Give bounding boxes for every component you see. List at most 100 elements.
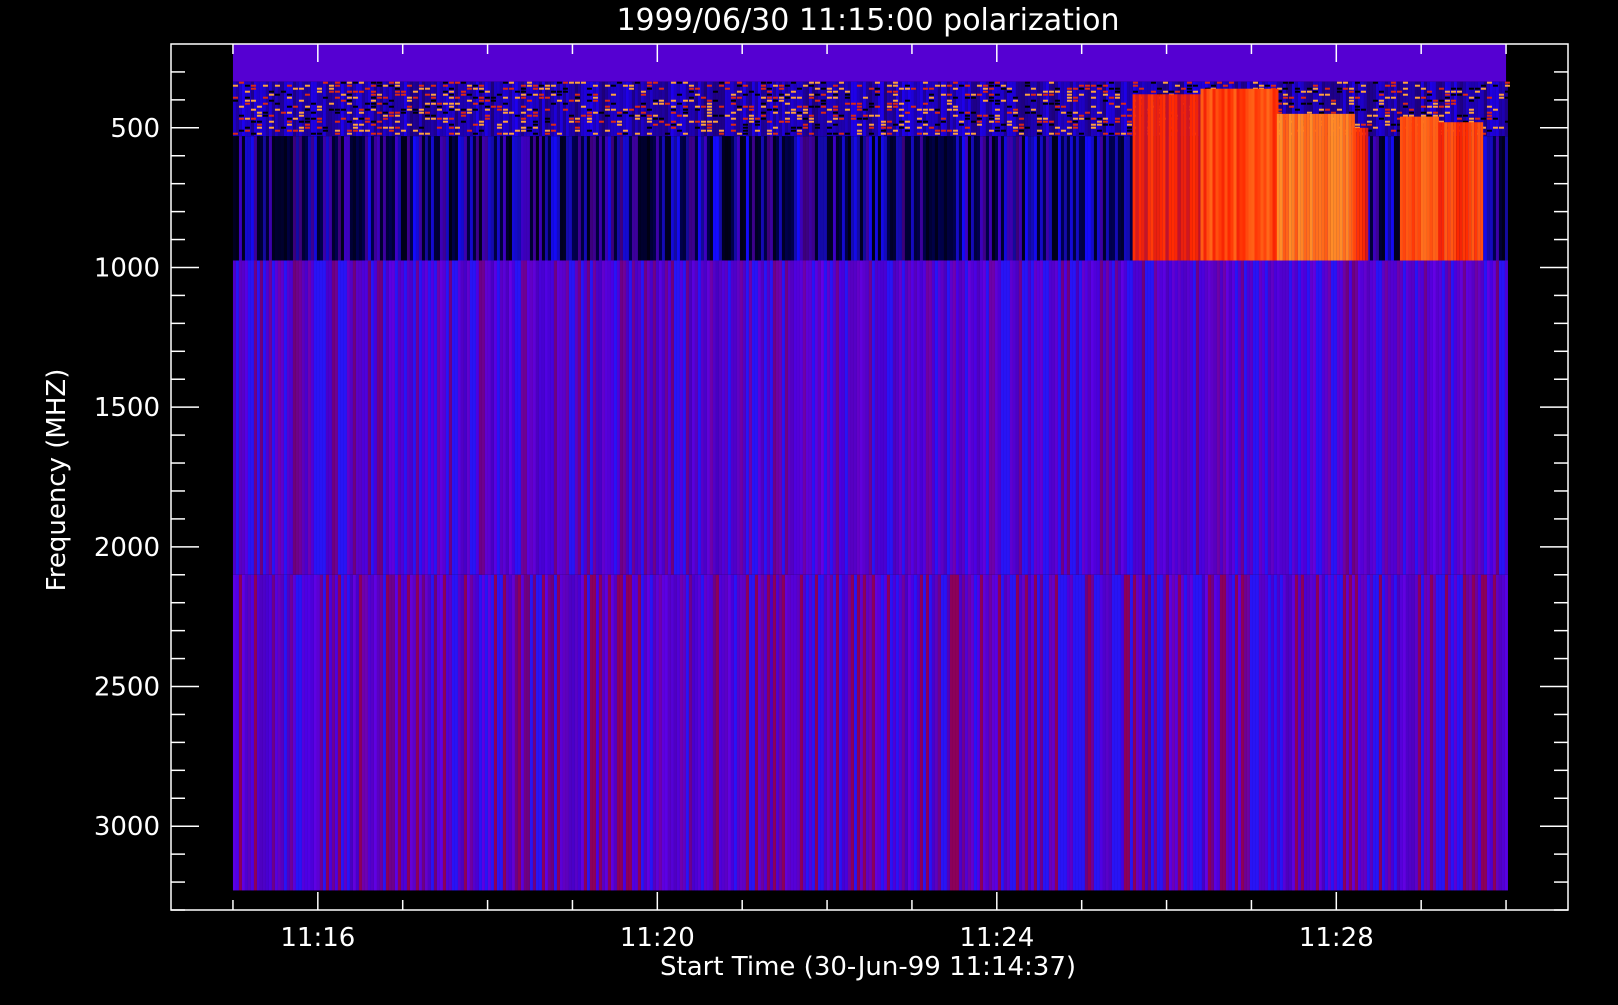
heat-stripe xyxy=(706,260,710,575)
heat-speck xyxy=(1444,96,1450,99)
heat-stripe xyxy=(643,81,647,137)
heat-stripe xyxy=(1435,574,1439,891)
burst-stripe xyxy=(1212,88,1216,261)
x-axis-label: Start Time (30-Jun-99 11:14:37) xyxy=(660,952,1076,982)
heat-speck xyxy=(502,96,508,99)
heat-stripe xyxy=(1087,136,1091,261)
heat-stripe xyxy=(388,260,392,575)
heat-stripe xyxy=(712,260,716,575)
heat-stripe xyxy=(1045,81,1049,137)
heat-speck xyxy=(586,99,592,102)
heat-speck xyxy=(664,102,670,105)
heat-stripe xyxy=(1489,136,1493,261)
heat-speck xyxy=(970,132,976,135)
heat-stripe xyxy=(1204,574,1208,891)
heat-stripe xyxy=(847,136,851,261)
heat-stripe xyxy=(667,574,671,891)
heat-speck xyxy=(790,108,796,111)
heat-stripe xyxy=(664,260,668,575)
burst-stripe xyxy=(1138,94,1142,261)
heat-speck xyxy=(910,105,916,108)
heat-speck xyxy=(832,90,838,93)
heat-speck xyxy=(970,93,976,96)
heat-stripe xyxy=(1372,136,1376,261)
heat-stripe xyxy=(781,574,785,891)
heat-speck xyxy=(370,108,376,111)
heat-stripe xyxy=(412,260,416,575)
burst-stripe xyxy=(1218,88,1222,261)
heat-stripe xyxy=(874,260,878,575)
heat-speck xyxy=(676,102,682,105)
heat-stripe xyxy=(1429,260,1433,575)
heat-stripe xyxy=(1495,574,1499,891)
heat-speck xyxy=(1372,81,1378,84)
heat-speck xyxy=(880,120,886,123)
heat-speck xyxy=(1072,111,1078,114)
heat-speck xyxy=(844,102,850,105)
heat-speck xyxy=(388,81,394,84)
heat-stripe xyxy=(721,81,725,137)
heat-stripe xyxy=(982,81,986,137)
heat-speck xyxy=(394,84,400,87)
heat-speck xyxy=(268,114,274,117)
heat-speck xyxy=(400,129,406,132)
heat-stripe xyxy=(988,574,992,891)
heat-speck xyxy=(610,93,616,96)
burst-stripe xyxy=(1426,116,1430,261)
heat-stripe xyxy=(1345,574,1349,891)
heat-stripe xyxy=(649,136,653,261)
heat-speck xyxy=(676,81,682,84)
heat-speck xyxy=(436,117,442,120)
heat-stripe xyxy=(325,574,329,891)
heat-speck xyxy=(1084,87,1090,90)
heat-speck xyxy=(1480,84,1486,87)
heat-speck xyxy=(376,111,382,114)
heat-stripe xyxy=(397,260,401,575)
y-tick-label: 3000 xyxy=(94,812,160,842)
heat-stripe xyxy=(904,260,908,575)
heat-stripe xyxy=(424,260,428,575)
heat-speck xyxy=(814,93,820,96)
burst-stripe xyxy=(1242,88,1246,261)
heat-speck xyxy=(406,123,412,126)
heat-stripe xyxy=(622,260,626,575)
heat-stripe xyxy=(376,260,380,575)
heat-stripe xyxy=(1294,260,1298,575)
heat-speck xyxy=(652,81,658,84)
heat-speck xyxy=(718,81,724,84)
heat-speck xyxy=(976,123,982,126)
heat-stripe xyxy=(586,574,590,891)
heat-speck xyxy=(1012,111,1018,114)
heat-speck xyxy=(904,99,910,102)
heat-stripe xyxy=(1060,574,1064,891)
heat-stripe xyxy=(1030,574,1034,891)
heat-speck xyxy=(334,81,340,84)
heat-speck xyxy=(940,117,946,120)
heat-speck xyxy=(358,81,364,84)
heat-speck xyxy=(610,120,616,123)
heat-speck xyxy=(1468,99,1474,102)
heat-speck xyxy=(424,105,430,108)
heat-stripe xyxy=(1450,574,1454,891)
heat-speck xyxy=(1036,93,1042,96)
heat-stripe xyxy=(769,260,773,575)
heat-speck xyxy=(352,105,358,108)
heat-stripe xyxy=(265,136,269,261)
heat-stripe xyxy=(409,574,413,891)
heat-stripe xyxy=(1243,260,1247,575)
heat-stripe xyxy=(1348,574,1352,891)
heat-speck xyxy=(706,120,712,123)
heat-stripe xyxy=(568,136,572,261)
heat-stripe xyxy=(1309,260,1313,575)
heat-stripe xyxy=(1363,260,1367,575)
heat-stripe xyxy=(430,81,434,137)
heat-speck xyxy=(1012,96,1018,99)
heat-speck xyxy=(574,81,580,84)
heat-stripe xyxy=(1462,260,1466,575)
heat-stripe xyxy=(874,574,878,891)
heat-stripe xyxy=(379,136,383,261)
heat-stripe xyxy=(256,260,260,575)
heat-stripe xyxy=(592,81,596,137)
heat-speck xyxy=(634,105,640,108)
heat-speck xyxy=(1390,123,1396,126)
